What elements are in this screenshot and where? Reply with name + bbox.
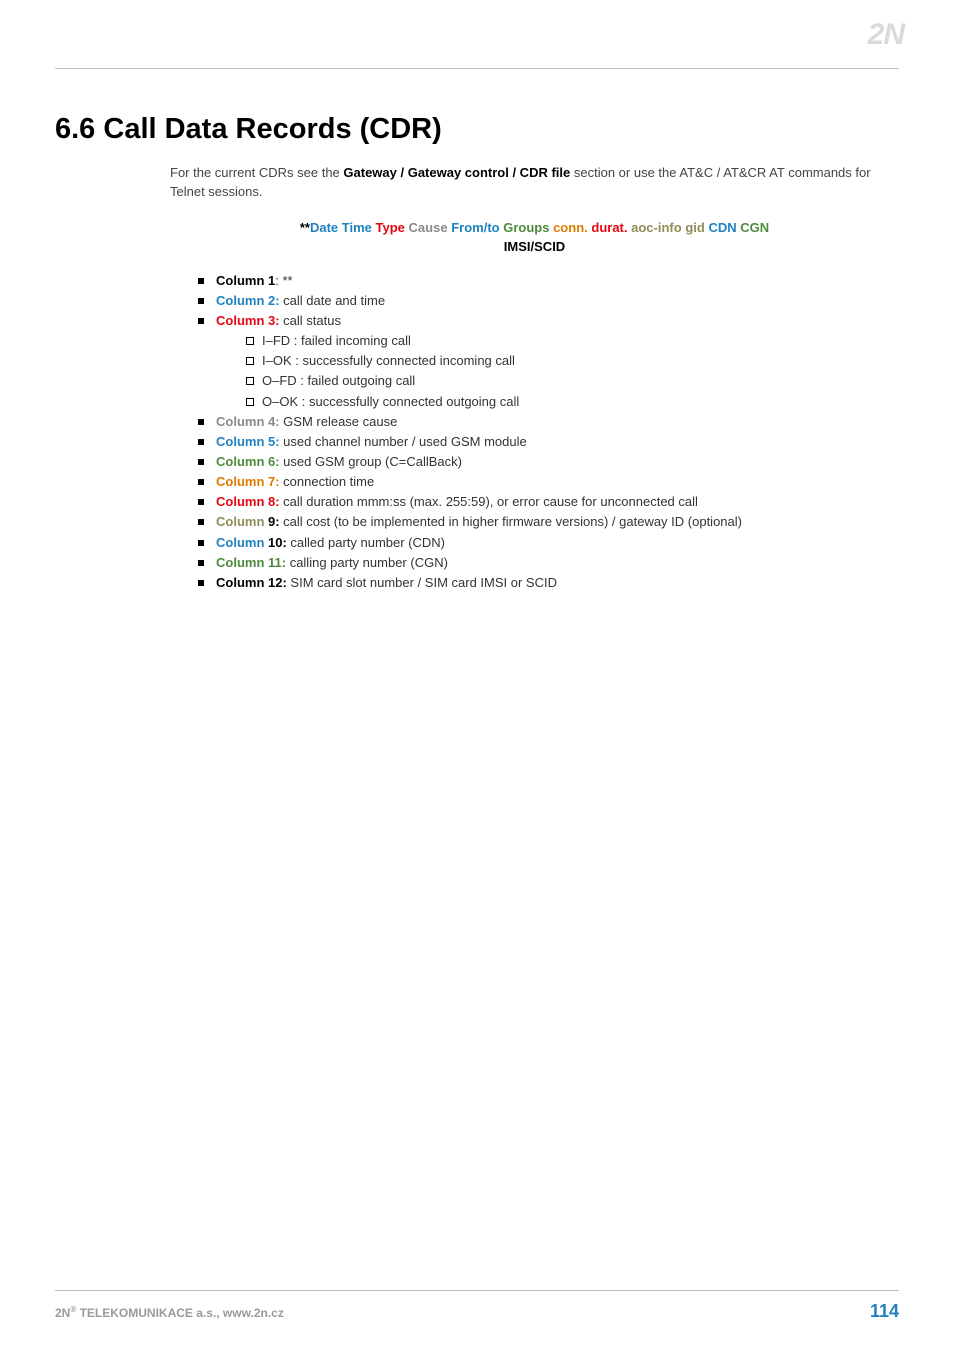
fmt-cdn: CDN — [708, 220, 736, 235]
fmt-gid: gid — [685, 220, 705, 235]
page-footer: 2N® TELEKOMUNIKACE a.s., www.2n.cz 114 — [55, 1290, 899, 1322]
column-list: Column 1: ** Column 2: call date and tim… — [170, 271, 899, 593]
col-text: call status — [280, 313, 341, 328]
list-item: Column 9: call cost (to be implemented i… — [198, 512, 899, 532]
list-item: Column 12: SIM card slot number / SIM ca… — [198, 573, 899, 593]
list-item: Column 2: call date and time — [198, 291, 899, 311]
col-text: called party number (CDN) — [287, 535, 445, 550]
page-number: 114 — [870, 1301, 899, 1322]
col-text: call cost (to be implemented in higher f… — [280, 514, 742, 529]
col-label: Column 7: — [216, 474, 280, 489]
col-label: Column 3: — [216, 313, 280, 328]
footer-post: TELEKOMUNIKACE a.s., www.2n.cz — [76, 1306, 284, 1320]
intro-pre: For the current CDRs see the — [170, 165, 343, 180]
col-label: Column 11: — [216, 555, 286, 570]
fmt-cause: Cause — [409, 220, 448, 235]
col-label: Column 2: — [216, 293, 280, 308]
sub-list-item: O–OK : successfully connected outgoing c… — [246, 392, 899, 412]
header-divider — [55, 68, 899, 69]
brand-logo: 2N — [868, 18, 904, 52]
col-label: Column — [216, 535, 268, 550]
sub-list-item: I–FD : failed incoming call — [246, 331, 899, 351]
fmt-fromto: From/to — [451, 220, 499, 235]
list-item: Column 5: used channel number / used GSM… — [198, 432, 899, 452]
col-num: 9: — [268, 514, 280, 529]
col-label: Column 4: — [216, 414, 280, 429]
list-item: Column 1: ** — [198, 271, 899, 291]
sub-list: I–FD : failed incoming call I–OK : succe… — [216, 331, 899, 412]
fmt-time: Time — [342, 220, 372, 235]
sub-list-item: I–OK : successfully connected incoming c… — [246, 351, 899, 371]
col-text: connection time — [280, 474, 375, 489]
col-label: Column 5: — [216, 434, 280, 449]
col-text: used channel number / used GSM module — [280, 434, 527, 449]
fmt-groups: Groups — [503, 220, 549, 235]
list-item: Column 8: call duration mmm:ss (max. 255… — [198, 492, 899, 512]
fmt-date: Date — [310, 220, 338, 235]
page-title: 6.6 Call Data Records (CDR) — [55, 113, 899, 146]
col-text: SIM card slot number / SIM card IMSI or … — [287, 575, 557, 590]
list-item: Column 11: calling party number (CGN) — [198, 553, 899, 573]
fmt-type: Type — [376, 220, 405, 235]
list-item: Column 6: used GSM group (C=CallBack) — [198, 452, 899, 472]
col-text: ** — [282, 273, 292, 288]
col-text: calling party number (CGN) — [286, 555, 448, 570]
col-num: 10: — [268, 535, 287, 550]
footer-divider — [55, 1290, 899, 1291]
col-text: call date and time — [280, 293, 386, 308]
fmt-durat: durat. — [591, 220, 627, 235]
content-area: For the current CDRs see the Gateway / G… — [170, 164, 899, 593]
list-item: Column 3: call status I–FD : failed inco… — [198, 311, 899, 412]
fmt-cgn: CGN — [740, 220, 769, 235]
intro-paragraph: For the current CDRs see the Gateway / G… — [170, 164, 899, 202]
footer-company: 2N® TELEKOMUNIKACE a.s., www.2n.cz — [55, 1305, 284, 1320]
list-item: Column 7: connection time — [198, 472, 899, 492]
col-text: call duration mmm:ss (max. 255:59), or e… — [280, 494, 698, 509]
footer-pre: 2N — [55, 1306, 70, 1320]
col-label: Column 6: — [216, 454, 280, 469]
col-label: Column — [216, 514, 268, 529]
logo-text: 2N — [868, 18, 904, 51]
format-line: **Date Time Type Cause From/to Groups co… — [170, 218, 899, 257]
col-text: GSM release cause — [280, 414, 398, 429]
fmt-stars: ** — [300, 220, 310, 235]
list-item: Column 10: called party number (CDN) — [198, 533, 899, 553]
fmt-aoc: aoc-info — [631, 220, 682, 235]
col-label: Column 8: — [216, 494, 280, 509]
footer-row: 2N® TELEKOMUNIKACE a.s., www.2n.cz 114 — [55, 1301, 899, 1322]
col-text: used GSM group (C=CallBack) — [280, 454, 462, 469]
sub-list-item: O–FD : failed outgoing call — [246, 371, 899, 391]
fmt-imsi: IMSI/SCID — [504, 239, 565, 254]
col-label: Column 12: — [216, 575, 287, 590]
page-body: 6.6 Call Data Records (CDR) For the curr… — [0, 0, 954, 593]
col-label: Column 1 — [216, 273, 275, 288]
fmt-conn: conn. — [553, 220, 588, 235]
intro-bold: Gateway / Gateway control / CDR file — [343, 165, 570, 180]
list-item: Column 4: GSM release cause — [198, 412, 899, 432]
